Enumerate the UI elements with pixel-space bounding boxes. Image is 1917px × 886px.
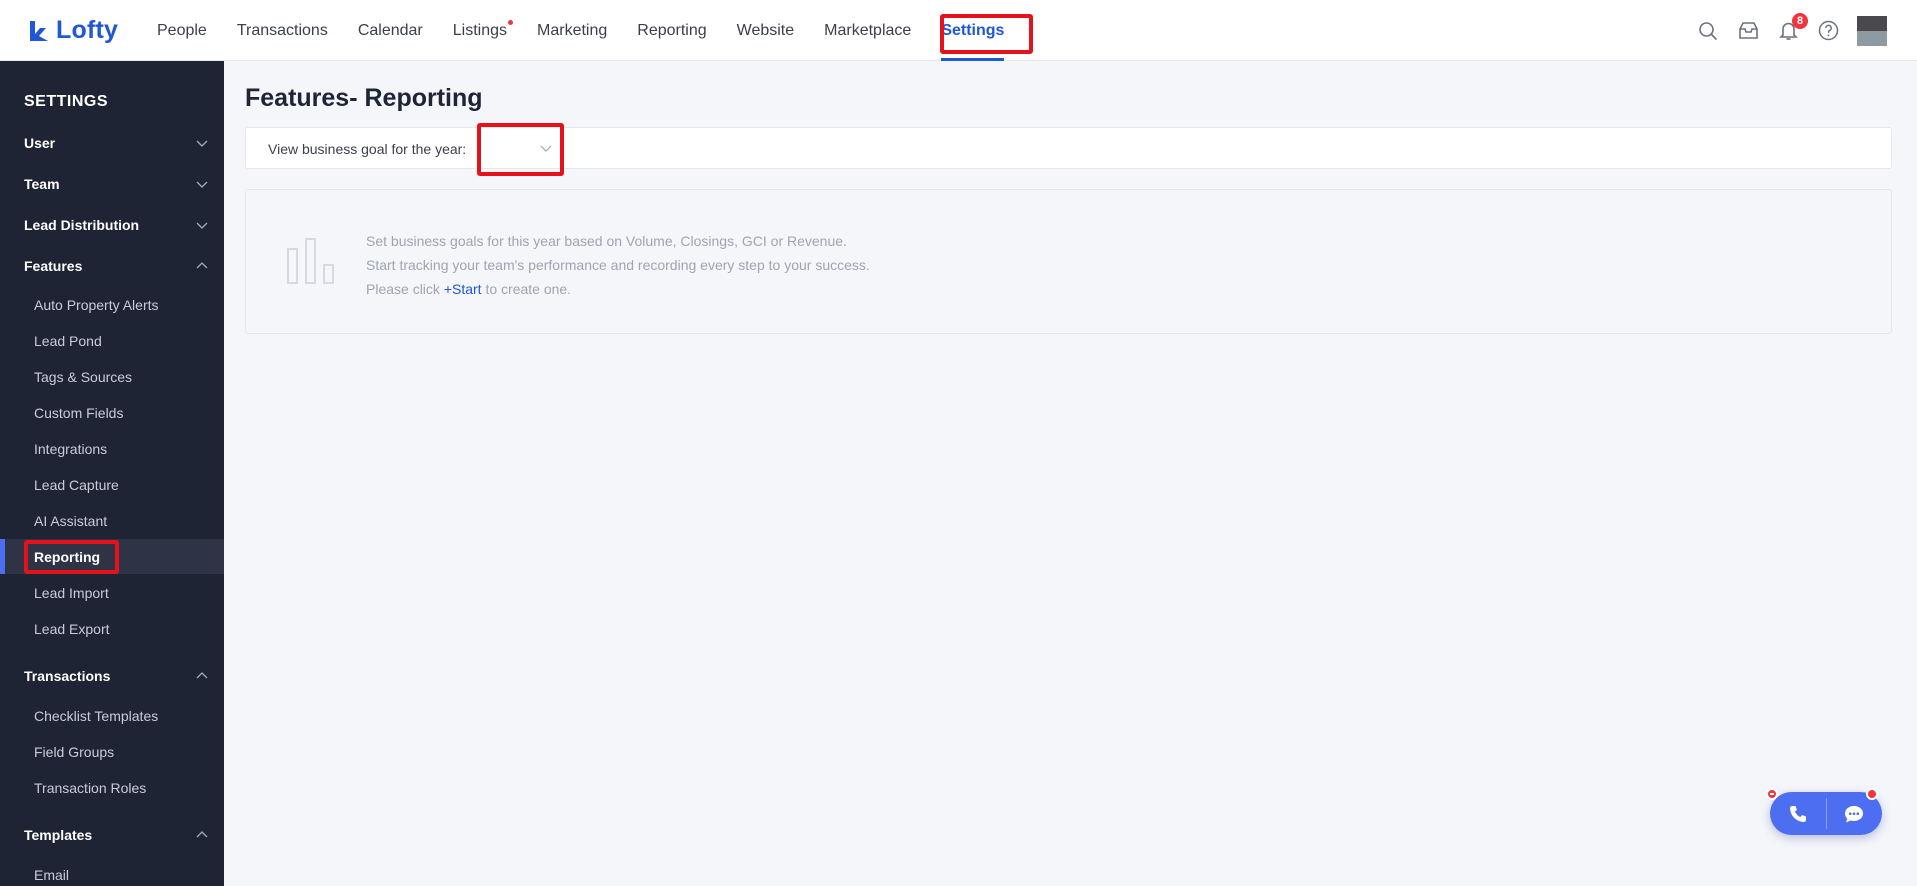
floating-contact-widget	[1770, 792, 1882, 835]
main-nav: People Transactions Calendar Listings Ma…	[142, 0, 1019, 61]
sidebar-item-lead-pond[interactable]: Lead Pond	[34, 333, 102, 349]
phone-button[interactable]	[1770, 792, 1826, 835]
nav-reporting[interactable]: Reporting	[622, 0, 721, 61]
sidebar-item-lead-capture[interactable]: Lead Capture	[34, 477, 119, 493]
empty-state-text: Set business goals for this year based o…	[366, 229, 870, 301]
bar-chart-icon	[287, 238, 334, 284]
sidebar-active-indicator	[0, 539, 5, 574]
widget-minimize-dot[interactable]	[1766, 788, 1778, 800]
page-title: Features- Reporting	[245, 84, 483, 112]
empty-line-3: Please click +Start to create one.	[366, 277, 870, 301]
nav-label: Marketplace	[824, 22, 912, 39]
top-navigation-bar: Lofty People Transactions Calendar Listi…	[0, 0, 1917, 61]
nav-label: Settings	[941, 22, 1005, 39]
settings-sidebar: SETTINGS User Team Lead Distribution Fea…	[0, 61, 224, 886]
sidebar-group-lead-distribution[interactable]: Lead Distribution	[24, 217, 208, 233]
widget-notification-dot	[1866, 788, 1878, 800]
sidebar-group-templates[interactable]: Templates	[24, 827, 208, 843]
year-filter-bar: View business goal for the year:	[245, 127, 1892, 169]
inbox-icon[interactable]	[1737, 20, 1759, 42]
logo-text: Lofty	[56, 16, 119, 44]
nav-label: Website	[736, 22, 795, 39]
group-label: Features	[24, 258, 83, 274]
nav-label: Listings	[452, 22, 508, 39]
chevron-down-icon	[196, 140, 208, 147]
nav-label: Reporting	[637, 22, 707, 39]
chevron-down-icon	[196, 181, 208, 188]
sidebar-item-ai-assistant[interactable]: AI Assistant	[34, 513, 107, 529]
sidebar-item-auto-property-alerts[interactable]: Auto Property Alerts	[34, 297, 159, 313]
nav-label: People	[157, 22, 207, 39]
nav-marketplace[interactable]: Marketplace	[809, 0, 926, 61]
sidebar-group-transactions[interactable]: Transactions	[24, 668, 208, 684]
chevron-down-icon	[540, 145, 552, 152]
nav-listings[interactable]: Listings	[438, 0, 522, 61]
empty-line-3-suffix: to create one.	[485, 281, 572, 297]
sidebar-item-field-groups[interactable]: Field Groups	[34, 744, 114, 760]
group-label: Templates	[24, 827, 93, 843]
notification-badge: 8	[1792, 12, 1808, 29]
phone-icon	[1790, 805, 1806, 822]
nav-label: Calendar	[357, 22, 423, 39]
sidebar-item-integrations[interactable]: Integrations	[34, 441, 107, 457]
nav-label: Marketing	[537, 22, 608, 39]
sidebar-item-email[interactable]: Email	[34, 867, 69, 883]
group-label: User	[24, 135, 56, 151]
sidebar-item-tags-sources[interactable]: Tags & Sources	[34, 369, 132, 385]
empty-state-card: Set business goals for this year based o…	[245, 189, 1892, 334]
sidebar-group-team[interactable]: Team	[24, 176, 208, 192]
empty-line-3-prefix: Please click	[366, 281, 440, 297]
year-select[interactable]	[482, 132, 562, 164]
active-nav-underline	[941, 58, 1005, 61]
nav-people[interactable]: People	[142, 0, 222, 61]
nav-website[interactable]: Website	[722, 0, 810, 61]
chevron-up-icon	[196, 262, 208, 269]
sidebar-group-features[interactable]: Features	[24, 258, 208, 274]
help-icon[interactable]	[1817, 20, 1839, 42]
year-filter-label: View business goal for the year:	[268, 141, 467, 157]
sidebar-item-checklist-templates[interactable]: Checklist Templates	[34, 708, 158, 724]
sidebar-group-user[interactable]: User	[24, 135, 208, 151]
chat-icon	[1845, 805, 1863, 822]
lofty-logo[interactable]: Lofty	[28, 16, 118, 45]
group-label: Lead Distribution	[24, 217, 140, 233]
group-label: Team	[24, 176, 60, 192]
empty-line-2: Start tracking your team's performance a…	[366, 257, 870, 273]
user-avatar[interactable]	[1857, 15, 1887, 46]
sidebar-item-transaction-roles[interactable]: Transaction Roles	[34, 780, 146, 796]
sidebar-item-lead-export[interactable]: Lead Export	[34, 621, 110, 637]
group-label: Transactions	[24, 668, 111, 684]
nav-settings[interactable]: Settings	[926, 0, 1019, 61]
chevron-down-icon	[196, 222, 208, 229]
sidebar-item-reporting[interactable]: Reporting	[34, 549, 100, 565]
start-link[interactable]: +Start	[444, 281, 482, 297]
empty-line-1: Set business goals for this year based o…	[366, 233, 847, 249]
sidebar-item-custom-fields[interactable]: Custom Fields	[34, 405, 123, 421]
sidebar-item-lead-import[interactable]: Lead Import	[34, 585, 109, 601]
chevron-up-icon	[196, 672, 208, 679]
bell-icon[interactable]: 8	[1777, 12, 1808, 42]
chevron-up-icon	[196, 831, 208, 838]
nav-calendar[interactable]: Calendar	[343, 0, 438, 61]
nav-transactions[interactable]: Transactions	[222, 0, 343, 61]
search-icon[interactable]	[1697, 20, 1719, 42]
nav-label: Transactions	[236, 22, 328, 39]
page-scrollbar[interactable]	[1895, 61, 1917, 886]
top-right-icons: 8	[1697, 0, 1887, 61]
lofty-logo-icon	[30, 20, 48, 41]
listings-new-dot	[508, 20, 514, 25]
nav-marketing[interactable]: Marketing	[522, 0, 622, 61]
sidebar-title: SETTINGS	[24, 93, 109, 110]
